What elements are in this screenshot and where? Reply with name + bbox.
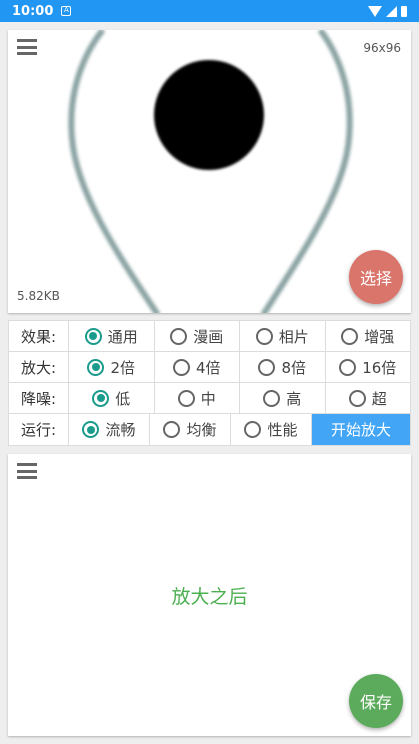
option-label: 相片 [278,327,309,346]
input-image-panel: 96x96 5.82KB 选择 [8,30,411,313]
radio-checked-icon [92,389,110,407]
output-image-panel: 放大之后 保存 [8,454,411,736]
effect-row: 效果: 通用 漫画 相片 增强 [9,321,410,352]
radio-checked-icon [84,327,102,345]
radio-unchecked-icon [163,421,181,438]
radio-unchecked-icon [177,389,195,407]
denoise-option-super[interactable]: 超 [326,383,411,413]
radio-unchecked-icon [255,327,273,345]
option-label: 通用 [107,327,138,346]
status-bar: 10:00 A [0,0,419,22]
option-label: 2倍 [110,358,136,377]
status-time: 10:00 [12,3,54,19]
radio-unchecked-icon [244,421,262,438]
option-label: 中 [200,389,216,408]
battery-icon [401,5,407,17]
options-panel: 效果: 通用 漫画 相片 增强 放大: 2倍 4倍 8倍 16倍 降噪: 低 中… [8,320,411,446]
option-label: 高 [286,389,302,408]
scale-row: 放大: 2倍 4倍 8倍 16倍 [9,352,410,383]
run-option-smooth[interactable]: 流畅 [69,414,150,445]
option-label: 增强 [364,327,395,346]
denoise-option-high[interactable]: 高 [240,383,326,413]
option-label: 8倍 [281,358,307,377]
option-label: 低 [115,389,131,408]
wifi-icon [368,5,382,17]
denoise-option-low[interactable]: 低 [69,383,155,413]
effect-option-photo[interactable]: 相片 [240,321,326,351]
scale-option-16x[interactable]: 16倍 [326,352,411,382]
radio-unchecked-icon [341,327,359,345]
radio-unchecked-icon [170,327,188,345]
menu-icon[interactable] [17,39,37,55]
scale-label: 放大: [9,352,69,382]
scale-option-8x[interactable]: 8倍 [240,352,326,382]
denoise-row: 降噪: 低 中 高 超 [9,383,410,414]
run-option-balanced[interactable]: 均衡 [150,414,231,445]
signal-icon [386,5,397,17]
status-icons [368,5,407,17]
notification-icon: A [61,6,72,16]
radio-checked-icon [87,358,105,376]
denoise-label: 降噪: [9,383,69,413]
menu-icon[interactable] [17,463,37,479]
scale-option-4x[interactable]: 4倍 [155,352,240,382]
scale-option-2x[interactable]: 2倍 [69,352,155,382]
option-label: 均衡 [186,421,217,439]
image-dimensions: 96x96 [363,41,401,55]
radio-unchecked-icon [258,358,276,376]
option-label: 流畅 [105,421,136,439]
option-label: 漫画 [193,327,224,346]
select-image-button[interactable]: 选择 [349,250,403,304]
effect-label: 效果: [9,321,69,351]
effect-option-general[interactable]: 通用 [69,321,155,351]
option-label: 4倍 [195,358,221,377]
run-row: 运行: 流畅 均衡 性能 开始放大 [9,414,410,445]
effect-option-comic[interactable]: 漫画 [155,321,240,351]
save-button[interactable]: 保存 [349,674,403,728]
output-placeholder: 放大之后 [171,586,248,608]
effect-option-enhance[interactable]: 增强 [326,321,411,351]
run-label: 运行: [9,414,69,445]
denoise-option-medium[interactable]: 中 [155,383,240,413]
start-upscale-button[interactable]: 开始放大 [312,414,410,445]
option-label: 性能 [267,421,298,439]
radio-unchecked-icon [339,358,357,376]
run-option-performance[interactable]: 性能 [231,414,312,445]
option-label: 超 [371,389,387,408]
file-size: 5.82KB [17,289,60,303]
radio-checked-icon [82,421,100,438]
radio-unchecked-icon [172,358,190,376]
option-label: 16倍 [362,358,397,377]
radio-unchecked-icon [263,389,281,407]
radio-unchecked-icon [348,389,366,407]
